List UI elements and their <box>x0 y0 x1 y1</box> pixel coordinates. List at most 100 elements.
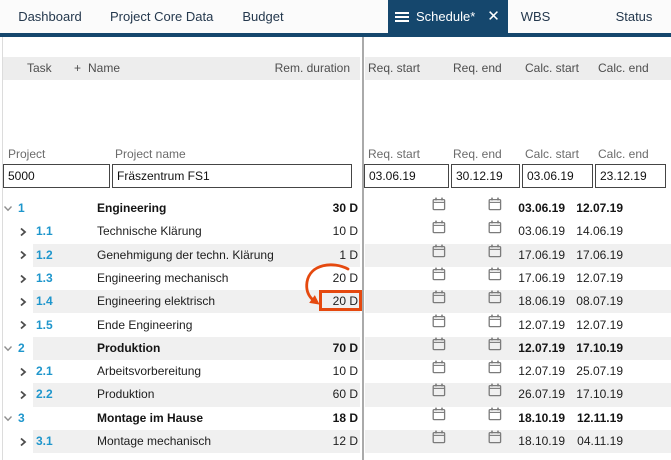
task-number: 1.1 <box>36 220 53 243</box>
tab-dashboard[interactable]: Dashboard <box>10 0 90 33</box>
calendar-icon[interactable] <box>432 314 446 337</box>
task-number: 2 <box>18 337 25 360</box>
project-calc-end-input[interactable] <box>595 164 666 188</box>
table-row: 3.1 Montage mechanisch 12 D 18.10.19 04.… <box>0 430 671 453</box>
tab-status[interactable]: Status <box>608 0 660 33</box>
add-column-button[interactable]: + <box>74 57 81 80</box>
calc-end-label: Calc. end <box>598 147 649 162</box>
chevron-icon[interactable] <box>19 220 31 243</box>
tab-project-core-data[interactable]: Project Core Data <box>110 0 205 33</box>
task-name-cell[interactable]: Ende Engineering <box>97 314 192 337</box>
tab-bar: Dashboard Project Core Data Budget Sched… <box>0 0 671 33</box>
chevron-icon[interactable] <box>3 337 15 360</box>
tab-wbs[interactable]: WBS <box>513 0 558 33</box>
rem-duration-cell[interactable]: 60 D <box>278 383 358 406</box>
calendar-icon[interactable] <box>432 383 446 406</box>
task-name-cell[interactable]: Engineering <box>97 197 166 220</box>
req-end-label: Req. end <box>453 147 502 162</box>
table-row: 3 Montage im Hause 18 D 18.10.19 12.11.1… <box>0 407 671 430</box>
calendar-icon[interactable] <box>432 360 446 383</box>
chevron-icon[interactable] <box>19 360 31 383</box>
project-number-input[interactable] <box>3 164 110 188</box>
calendar-icon[interactable] <box>432 407 446 430</box>
req-start-label: Req. start <box>368 147 420 162</box>
task-name-cell[interactable]: Produktion <box>97 383 154 406</box>
task-number: 1.3 <box>36 267 53 290</box>
calc-end-cell: 17.06.19 <box>551 244 623 267</box>
rem-duration-cell[interactable]: 70 D <box>278 337 358 360</box>
task-number: 2.1 <box>36 360 53 383</box>
calc-end-cell: 04.11.19 <box>551 430 623 453</box>
project-name-label: Project name <box>115 147 186 162</box>
task-name-cell[interactable]: Technische Klärung <box>97 220 202 243</box>
task-name-cell[interactable]: Genehmigung der techn. Klärung <box>97 244 274 267</box>
calc-end-cell: 25.07.19 <box>551 360 623 383</box>
chevron-icon[interactable] <box>19 430 31 453</box>
chevron-icon[interactable] <box>19 267 31 290</box>
calendar-icon[interactable] <box>432 244 446 267</box>
calc-end-cell: 17.10.19 <box>551 337 623 360</box>
project-req-start-input[interactable] <box>364 164 449 188</box>
calendar-icon[interactable] <box>432 197 446 220</box>
chevron-icon[interactable] <box>3 407 15 430</box>
task-name-cell[interactable]: Engineering mechanisch <box>97 267 228 290</box>
task-number: 3 <box>18 407 25 430</box>
table-row: 2 Produktion 70 D 12.07.19 17.10.19 <box>0 337 671 360</box>
rem-duration-cell[interactable] <box>278 314 358 337</box>
column-header-calc-start[interactable]: Calc. start <box>525 57 579 80</box>
tab-schedule[interactable]: Schedule* ✕ <box>388 0 508 33</box>
table-row: 1 Engineering 30 D 03.06.19 12.07.19 <box>0 197 671 220</box>
calc-end-cell: 12.07.19 <box>551 197 623 220</box>
column-header-req-end[interactable]: Req. end <box>453 57 502 80</box>
calendar-icon[interactable] <box>432 430 446 453</box>
chevron-icon[interactable] <box>3 197 15 220</box>
task-number: 3.1 <box>36 430 53 453</box>
task-name-cell[interactable]: Engineering elektrisch <box>97 290 215 313</box>
rem-duration-cell[interactable]: 30 D <box>278 197 358 220</box>
column-header-name[interactable]: Name <box>88 57 120 80</box>
calendar-icon[interactable] <box>432 267 446 290</box>
task-name-cell[interactable]: Montage im Hause <box>97 407 203 430</box>
column-header-calc-end[interactable]: Calc. end <box>598 57 649 80</box>
rem-duration-cell[interactable]: 10 D <box>278 220 358 243</box>
column-header-task[interactable]: Task <box>27 57 52 80</box>
calc-end-cell: 12.07.19 <box>551 267 623 290</box>
project-label: Project <box>8 147 45 162</box>
task-number: 1.2 <box>36 244 53 267</box>
project-req-end-input[interactable] <box>451 164 520 188</box>
tab-budget[interactable]: Budget <box>233 0 293 33</box>
chevron-icon[interactable] <box>19 290 31 313</box>
column-header-rem-duration[interactable]: Rem. duration <box>250 57 350 80</box>
project-name-input[interactable] <box>112 164 352 188</box>
task-name-cell[interactable]: Montage mechanisch <box>97 430 211 453</box>
column-header-req-start[interactable]: Req. start <box>368 57 420 80</box>
task-name-cell[interactable]: Arbeitsvorbereitung <box>97 360 201 383</box>
menu-icon[interactable] <box>395 10 409 24</box>
chevron-icon[interactable] <box>19 314 31 337</box>
task-number: 1.4 <box>36 290 53 313</box>
table-row: 2.2 Produktion 60 D 26.07.19 17.10.19 <box>0 383 671 406</box>
annotation-arrow-icon <box>293 257 355 309</box>
chevron-icon[interactable] <box>19 244 31 267</box>
calc-start-label: Calc. start <box>525 147 579 162</box>
task-number: 1 <box>18 197 25 220</box>
calendar-icon[interactable] <box>432 220 446 243</box>
rem-duration-cell[interactable]: 10 D <box>278 360 358 383</box>
tab-bar-underline <box>0 33 671 37</box>
rem-duration-cell[interactable]: 18 D <box>278 407 358 430</box>
chevron-icon[interactable] <box>19 383 31 406</box>
table-row: 2.1 Arbeitsvorbereitung 10 D 12.07.19 25… <box>0 360 671 383</box>
rem-duration-cell[interactable]: 12 D <box>278 430 358 453</box>
project-calc-start-input[interactable] <box>522 164 593 188</box>
close-icon[interactable]: ✕ <box>487 0 500 33</box>
calc-end-cell: 14.06.19 <box>551 220 623 243</box>
calendar-icon[interactable] <box>432 337 446 360</box>
calc-end-cell: 17.10.19 <box>551 383 623 406</box>
task-number: 1.5 <box>36 314 53 337</box>
calc-end-cell: 12.11.19 <box>551 407 623 430</box>
tab-schedule-label: Schedule* <box>416 9 475 24</box>
table-row: 1.5 Ende Engineering 12.07.19 12.07.19 <box>0 314 671 337</box>
calendar-icon[interactable] <box>432 290 446 313</box>
task-name-cell[interactable]: Produktion <box>97 337 160 360</box>
table-row: 1.1 Technische Klärung 10 D 03.06.19 14.… <box>0 220 671 243</box>
